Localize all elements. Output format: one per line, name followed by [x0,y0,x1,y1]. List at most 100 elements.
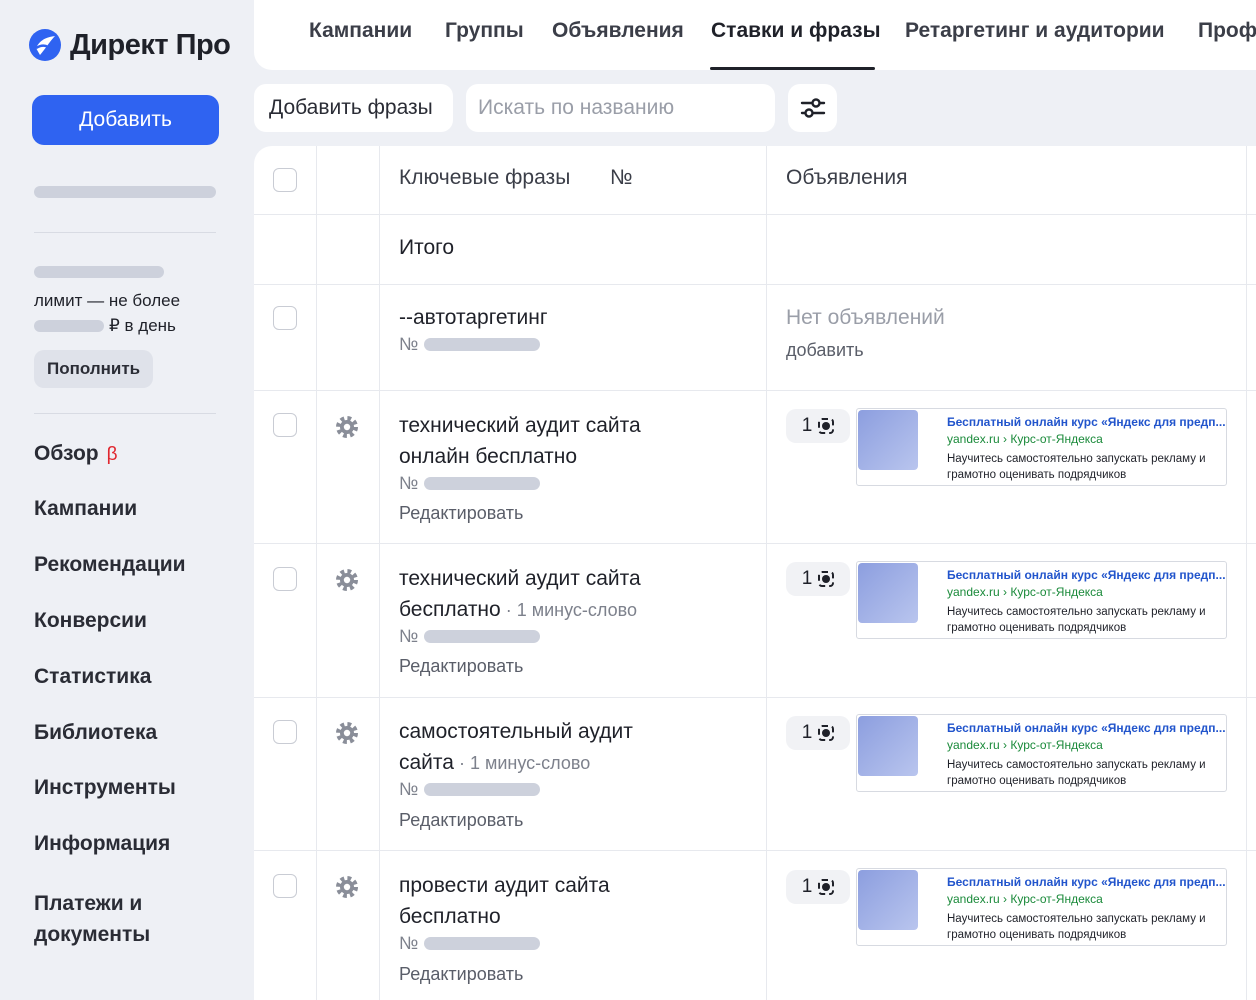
ad-count: 1 [801,722,813,743]
header-number[interactable]: № [610,166,633,190]
tab-retargeting[interactable]: Ретаргетинг и аудитории [905,19,1165,43]
phrase-number: № [399,933,541,954]
phrase-line: технический аудит сайта [399,414,641,437]
nav-tools[interactable]: Инструменты [34,776,176,800]
add-button[interactable]: Добавить [32,95,219,145]
tab-groups[interactable]: Группы [445,19,524,43]
nav-conversions[interactable]: Конверсии [34,609,147,633]
gear-icon[interactable] [334,414,360,440]
row-checkbox[interactable] [273,567,297,591]
phrase-number: № [399,779,541,800]
edit-link[interactable]: Редактировать [399,656,523,677]
target-icon [818,418,835,434]
total-label: Итого [399,236,455,259]
balance-placeholder [34,266,164,278]
number-placeholder [424,783,541,796]
ad-description: Научитесь самостоятельно запускать рекла… [947,453,1206,481]
phrase-line: сайта · 1 минус-слово [399,747,709,779]
ad-thumbnail [858,870,918,930]
ad-url: yandex.ru › Курс-от-Яндекса [947,892,1103,906]
phrase-line-text: онлайн бесплатно [399,445,578,468]
column-divider [1246,146,1247,1000]
ad-preview-card[interactable]: Бесплатный онлайн курс «Яндекс для предп… [856,714,1227,792]
ad-count: 1 [801,415,813,436]
logo[interactable]: Директ Про [28,28,231,62]
nav-campaigns[interactable]: Кампании [34,497,137,521]
sidebar-divider [34,232,216,233]
row-divider [254,543,1256,544]
nav-recommendations[interactable]: Рекомендации [34,553,186,577]
ad-count-badge[interactable]: 1 [786,409,850,443]
ad-count-badge[interactable]: 1 [786,870,850,904]
gear-icon[interactable] [334,874,360,900]
header-key-phrases[interactable]: Ключевые фразы [399,166,570,190]
phrase-number: № [399,626,541,647]
nav-payments[interactable]: Платежи и документы [34,888,184,950]
number-placeholder [424,937,541,950]
column-divider [766,146,767,1000]
ad-description: Научитесь самостоятельно запускать рекла… [947,913,1206,941]
nav-information[interactable]: Информация [34,832,170,856]
ad-preview-card[interactable]: Бесплатный онлайн курс «Яндекс для предп… [856,868,1227,946]
edit-link[interactable]: Редактировать [399,964,523,985]
tab-profiles[interactable]: Профили [1198,19,1256,43]
filter-settings-button[interactable] [788,84,837,132]
phrase-title[interactable]: технический аудит сайта онлайн бесплатно [399,410,709,473]
ad-preview-card[interactable]: Бесплатный онлайн курс «Яндекс для предп… [856,408,1227,486]
minus-words[interactable]: · 1 минус-слово [501,600,637,620]
phrase-title[interactable]: провести аудит сайта бесплатно [399,870,709,933]
column-divider [379,146,380,1000]
limit-per-day-text: ₽ в день [109,316,176,335]
nav-overview[interactable]: Обзор β [34,442,118,466]
ad-description: Научитесь самостоятельно запускать рекла… [947,759,1206,787]
row-checkbox[interactable] [273,306,297,330]
gear-icon[interactable] [334,720,360,746]
ad-url: yandex.ru › Курс-от-Яндекса [947,738,1103,752]
row-divider [254,850,1256,851]
tab-campaigns[interactable]: Кампании [309,19,412,43]
account-name-placeholder [34,186,216,198]
nav-library[interactable]: Библиотека [34,721,157,745]
phrase-title[interactable]: самостоятельный аудит сайта · 1 минус-сло… [399,716,709,779]
edit-link[interactable]: Редактировать [399,503,523,524]
add-ad-link[interactable]: добавить [786,340,864,361]
number-prefix: № [399,626,419,646]
phrase-line: самостоятельный аудит [399,720,633,743]
limit-amount-placeholder [34,320,104,332]
row-checkbox[interactable] [273,720,297,744]
nav-statistics[interactable]: Статистика [34,665,151,689]
row-checkbox[interactable] [273,874,297,898]
phrase-number: № [399,334,541,355]
top-tabs: Кампании Группы Объявления Ставки и фраз… [254,0,1256,70]
number-placeholder [424,477,541,490]
search-input[interactable] [466,84,775,132]
number-prefix: № [399,334,419,354]
edit-link[interactable]: Редактировать [399,810,523,831]
refill-button[interactable]: Пополнить [34,350,154,388]
add-phrases-button[interactable]: Добавить фразы [254,84,453,132]
gear-icon[interactable] [334,567,360,593]
ad-url: yandex.ru › Курс-от-Яндекса [947,432,1103,446]
ad-preview-card[interactable]: Бесплатный онлайн курс «Яндекс для предп… [856,561,1227,639]
minus-words[interactable]: · 1 минус-слово [454,753,590,773]
ad-count-badge[interactable]: 1 [786,562,850,596]
select-all-checkbox[interactable] [273,168,297,192]
autotargeting-title[interactable]: --автотаргетинг [399,302,709,333]
ad-title: Бесплатный онлайн курс «Яндекс для предп… [947,568,1226,582]
ad-thumbnail [858,716,918,776]
tab-bids-phrases[interactable]: Ставки и фразы [711,19,881,43]
row-divider [254,214,1256,215]
number-placeholder [424,630,541,643]
phrase-title[interactable]: технический аудит сайта бесплатно · 1 мин… [399,563,709,626]
tab-ads[interactable]: Объявления [552,19,684,43]
row-divider [254,284,1256,285]
row-divider [254,697,1256,698]
row-checkbox[interactable] [273,413,297,437]
direct-logo-icon [29,29,61,61]
ad-description: Научитесь самостоятельно запускать рекла… [947,606,1206,634]
header-ads[interactable]: Объявления [786,166,907,190]
ad-count-badge[interactable]: 1 [786,716,850,750]
sidebar-divider [34,413,216,414]
phrase-line: бесплатно [399,901,709,933]
sidebar: Директ Про Добавить лимит — не более ₽ в… [0,0,252,1000]
